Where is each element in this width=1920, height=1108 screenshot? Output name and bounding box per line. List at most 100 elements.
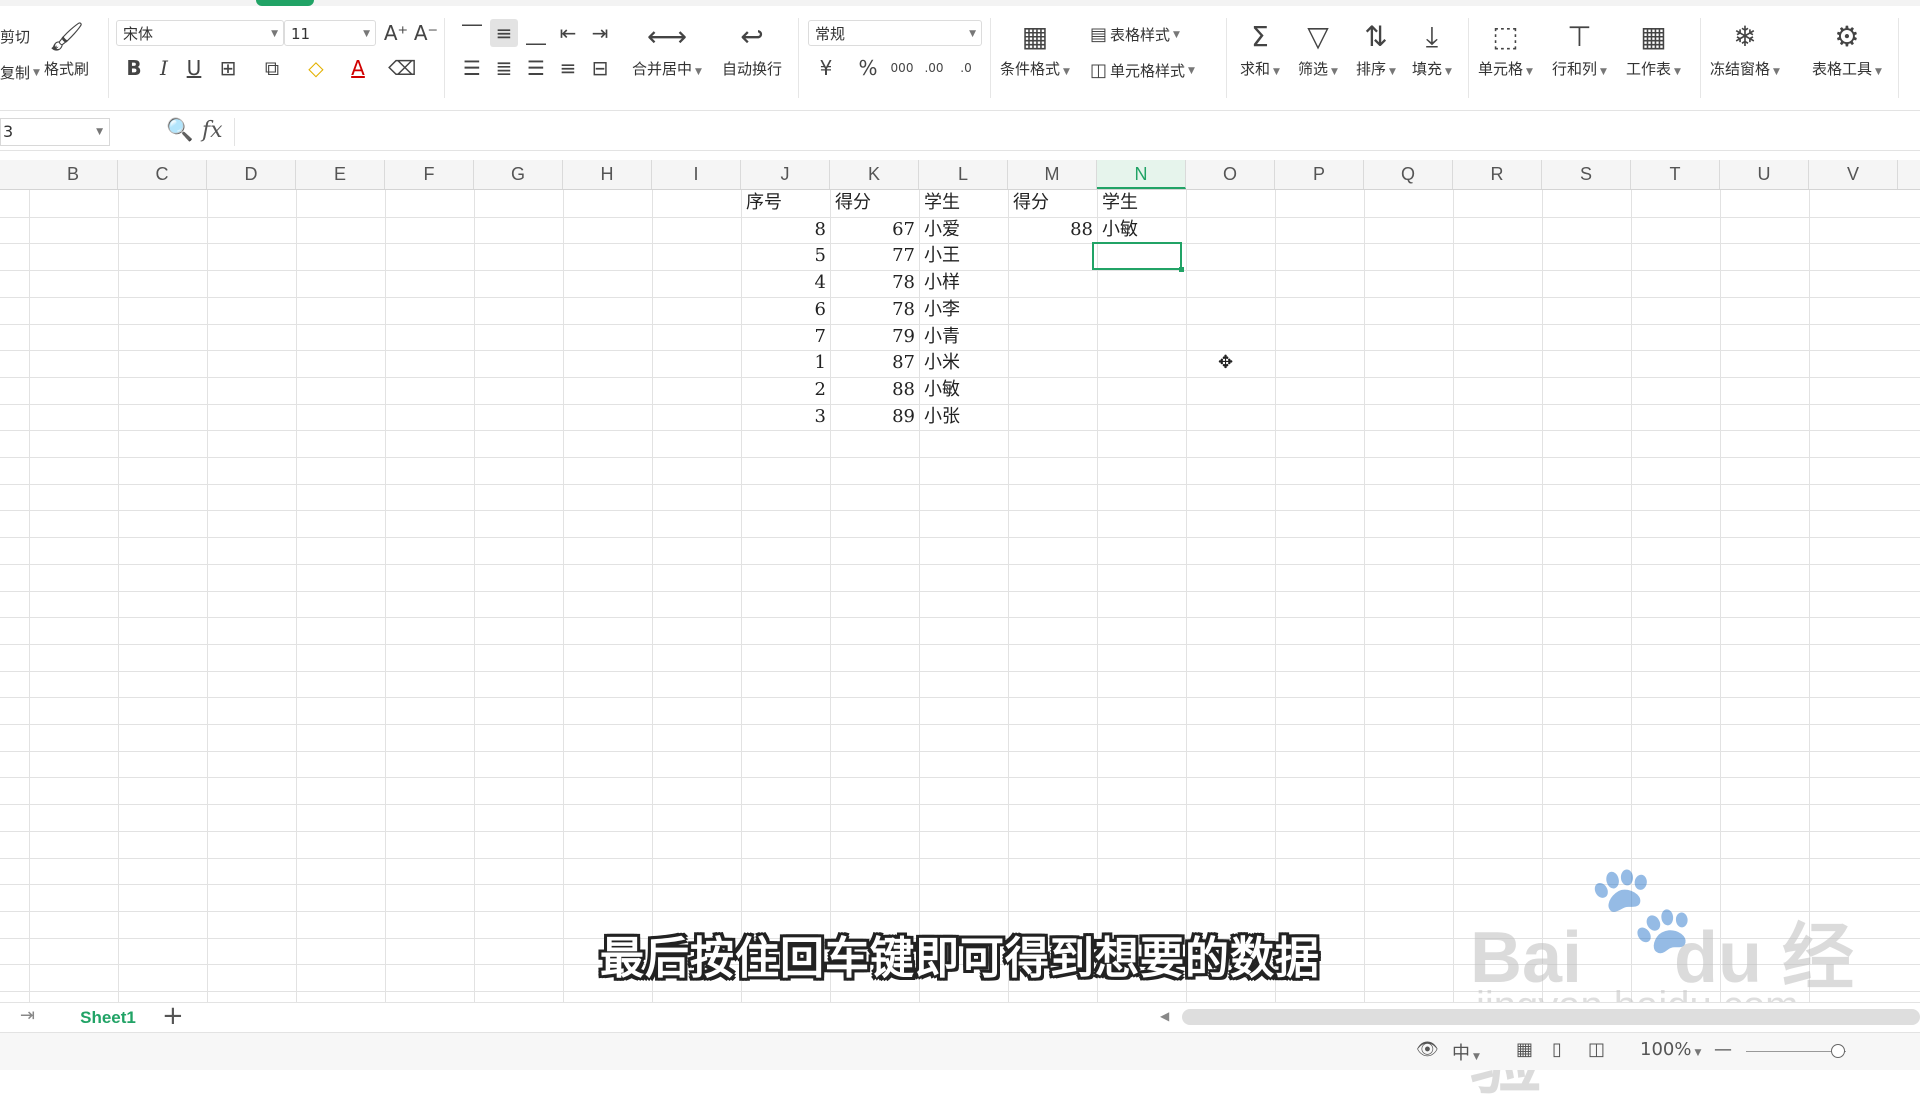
cell-L6[interactable]: 小青 bbox=[919, 324, 1008, 350]
copy-button[interactable]: 复制 ▼ bbox=[0, 62, 40, 83]
wrap-text-button[interactable]: ↩ 自动换行 bbox=[722, 20, 782, 79]
cell-K3[interactable]: 77 bbox=[830, 243, 919, 269]
border-icon[interactable]: ⊞ bbox=[214, 54, 242, 82]
column-header-C[interactable]: C bbox=[118, 160, 207, 189]
cell-J4[interactable]: 4 bbox=[741, 270, 830, 296]
column-header-G[interactable]: G bbox=[474, 160, 563, 189]
cell-J3[interactable]: 5 bbox=[741, 243, 830, 269]
eye-protection-icon[interactable]: 👁 bbox=[1416, 1039, 1439, 1060]
column-header-F[interactable]: F bbox=[385, 160, 474, 189]
page-break-icon[interactable]: ◫ bbox=[1588, 1039, 1605, 1060]
scroll-left-icon[interactable]: ◀ bbox=[1160, 1009, 1169, 1023]
bold-icon[interactable]: B bbox=[120, 54, 148, 82]
outdent-icon[interactable]: ⇤ bbox=[554, 19, 582, 47]
align-left-icon[interactable]: ☰ bbox=[458, 54, 486, 82]
column-header-T[interactable]: T bbox=[1631, 160, 1720, 189]
zoom-level[interactable]: 100% ▼ bbox=[1640, 1039, 1701, 1060]
freeze-panes-button[interactable]: ❄ 冻结窗格 ▼ bbox=[1710, 20, 1780, 79]
column-header-O[interactable]: O bbox=[1186, 160, 1275, 189]
indent-icon[interactable]: ⇥ bbox=[586, 19, 614, 47]
align-bottom-icon[interactable]: ⎽ bbox=[522, 19, 550, 47]
column-header-L[interactable]: L bbox=[919, 160, 1008, 189]
cell-K5[interactable]: 78 bbox=[830, 297, 919, 323]
cut-button[interactable]: 剪切 bbox=[0, 26, 30, 47]
selected-cell-N3[interactable] bbox=[1092, 242, 1184, 272]
justify-icon[interactable]: ≡ bbox=[554, 54, 582, 82]
cell-K2[interactable]: 67 bbox=[830, 217, 919, 243]
filter-button[interactable]: ▽ 筛选 ▼ bbox=[1298, 20, 1338, 79]
cell-N2[interactable]: 小敏 bbox=[1097, 217, 1186, 243]
column-header-N[interactable]: N bbox=[1097, 160, 1186, 189]
cell-button[interactable]: ⬚ 单元格 ▼ bbox=[1478, 20, 1533, 79]
cell-L5[interactable]: 小李 bbox=[919, 297, 1008, 323]
cell-J1[interactable]: 序号 bbox=[741, 190, 830, 216]
horizontal-scrollbar[interactable] bbox=[1182, 1009, 1920, 1025]
percent-icon[interactable]: % bbox=[854, 54, 882, 82]
cell-style-button[interactable]: ◫ 单元格样式 ▼ bbox=[1090, 60, 1195, 81]
table-tools-button[interactable]: ⚙ 表格工具 ▼ bbox=[1812, 20, 1882, 79]
column-header-E[interactable]: E bbox=[296, 160, 385, 189]
cell-J7[interactable]: 1 bbox=[741, 350, 830, 376]
sum-button[interactable]: Σ 求和 ▼ bbox=[1240, 20, 1280, 79]
cell-L1[interactable]: 学生 bbox=[919, 190, 1008, 216]
formula-input[interactable] bbox=[234, 118, 1920, 146]
format-painter-button[interactable]: 🖌 格式刷 bbox=[44, 20, 89, 79]
cell-M2[interactable]: 88 bbox=[1008, 217, 1097, 243]
cell-K8[interactable]: 88 bbox=[830, 377, 919, 403]
column-header-H[interactable]: H bbox=[563, 160, 652, 189]
search-icon[interactable]: 🔍 bbox=[166, 118, 193, 143]
column-header-Q[interactable]: Q bbox=[1364, 160, 1453, 189]
font-color-icon[interactable]: A bbox=[344, 54, 372, 82]
align-right-icon[interactable]: ☰ bbox=[522, 54, 550, 82]
normal-view-icon[interactable]: ▦ bbox=[1516, 1039, 1533, 1060]
sort-button[interactable]: ⇅ 排序 ▼ bbox=[1356, 20, 1396, 79]
cell-M1[interactable]: 得分 bbox=[1008, 190, 1097, 216]
currency-icon[interactable]: ¥ bbox=[812, 54, 840, 82]
increase-decimal-icon[interactable]: .00 bbox=[920, 54, 948, 82]
conditional-format-button[interactable]: ▦ 条件格式 ▼ bbox=[1000, 20, 1070, 79]
align-middle-icon[interactable]: ≡ bbox=[490, 19, 518, 47]
cell-L9[interactable]: 小张 bbox=[919, 404, 1008, 430]
fill-color-icon[interactable]: ◇ bbox=[302, 54, 330, 82]
column-header-B[interactable]: B bbox=[29, 160, 118, 189]
cell-L8[interactable]: 小敏 bbox=[919, 377, 1008, 403]
column-header-P[interactable]: P bbox=[1275, 160, 1364, 189]
cell-J9[interactable]: 3 bbox=[741, 404, 830, 430]
eraser-icon[interactable]: ⌫ bbox=[388, 54, 416, 82]
thousands-icon[interactable]: 000 bbox=[888, 54, 916, 82]
decrease-decimal-icon[interactable]: .0 bbox=[952, 54, 980, 82]
cell-J6[interactable]: 7 bbox=[741, 324, 830, 350]
column-header-I[interactable]: I bbox=[652, 160, 741, 189]
merge-center-button[interactable]: ⟷ 合并居中 ▼ bbox=[632, 20, 702, 79]
column-header-M[interactable]: M bbox=[1008, 160, 1097, 189]
column-header-V[interactable]: V bbox=[1809, 160, 1898, 189]
fx-button[interactable]: fx bbox=[202, 118, 223, 143]
distributed-icon[interactable]: ⊟ bbox=[586, 54, 614, 82]
cell-L7[interactable]: 小米 bbox=[919, 350, 1008, 376]
last-sheet-icon[interactable]: ⇥ bbox=[20, 1005, 35, 1026]
column-header-J[interactable]: J bbox=[741, 160, 830, 189]
number-format-select[interactable]: 常规 ▼ bbox=[808, 20, 982, 46]
column-header-R[interactable]: R bbox=[1453, 160, 1542, 189]
add-sheet-button[interactable]: + bbox=[162, 1001, 184, 1031]
fill-handle[interactable] bbox=[1179, 267, 1184, 272]
cell-J8[interactable]: 2 bbox=[741, 377, 830, 403]
column-header-S[interactable]: S bbox=[1542, 160, 1631, 189]
page-layout-icon[interactable]: ▯ bbox=[1552, 1039, 1562, 1060]
cell-K9[interactable]: 89 bbox=[830, 404, 919, 430]
cell-L3[interactable]: 小王 bbox=[919, 243, 1008, 269]
name-box[interactable]: 3 ▼ bbox=[0, 118, 110, 146]
table-style-button[interactable]: ▤ 表格样式 ▼ bbox=[1090, 24, 1180, 45]
ime-indicator[interactable]: 中 ▼ bbox=[1452, 1039, 1480, 1065]
font-size-select[interactable]: 11 ▼ bbox=[284, 20, 376, 46]
column-header-K[interactable]: K bbox=[830, 160, 919, 189]
cell-J2[interactable]: 8 bbox=[741, 217, 830, 243]
cell-L4[interactable]: 小样 bbox=[919, 270, 1008, 296]
cell-N1[interactable]: 学生 bbox=[1097, 190, 1186, 216]
italic-icon[interactable]: I bbox=[150, 54, 178, 82]
worksheet-button[interactable]: ▦ 工作表 ▼ bbox=[1626, 20, 1681, 79]
column-header-U[interactable]: U bbox=[1720, 160, 1809, 189]
zoom-out-icon[interactable]: — bbox=[1714, 1039, 1732, 1060]
underline-icon[interactable]: U bbox=[180, 54, 208, 82]
zoom-slider-knob[interactable] bbox=[1831, 1044, 1845, 1058]
